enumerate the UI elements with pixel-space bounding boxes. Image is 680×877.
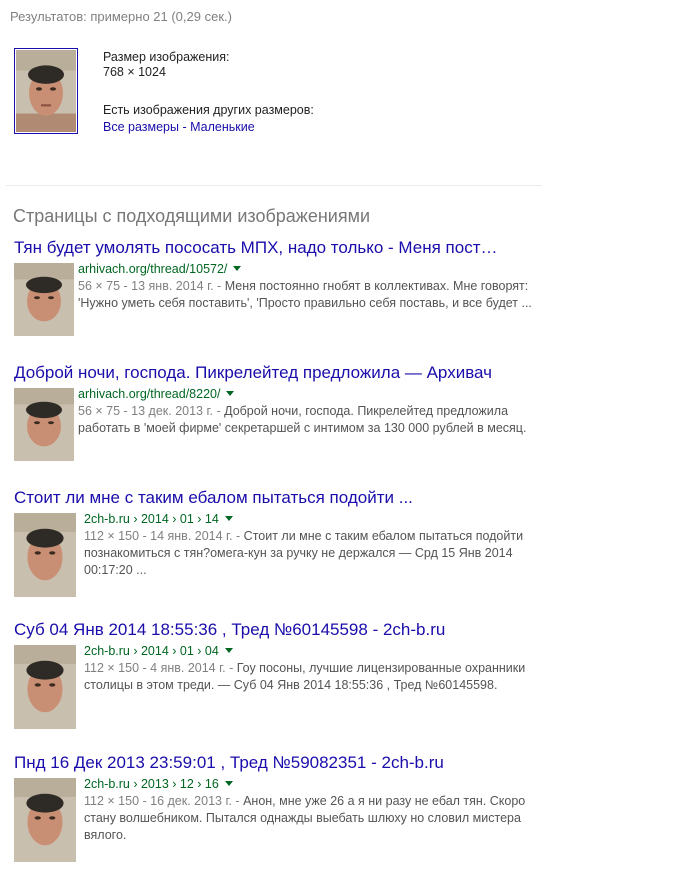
image-size-value: 768 × 1024 bbox=[103, 65, 166, 79]
result-body: 2ch-b.ru › 2014 › 01 › 04 112 × 150 - 4 … bbox=[84, 643, 544, 694]
result-item: Пнд 16 Дек 2013 23:59:01 , Тред №5908235… bbox=[14, 752, 674, 862]
dropdown-arrow-icon[interactable] bbox=[226, 391, 235, 396]
divider bbox=[6, 185, 542, 186]
result-item: Доброй ночи, господа. Пикрелейтед предло… bbox=[14, 362, 674, 461]
result-title-link[interactable]: Суб 04 Янв 2014 18:55:36 , Тред №6014559… bbox=[14, 619, 674, 640]
image-info: Размер изображения: 768 × 1024 bbox=[103, 50, 229, 80]
result-body: arhivach.org/thread/10572/ 56 × 75 - 13 … bbox=[78, 261, 538, 312]
result-title-link[interactable]: Стоит ли мне с таким ебалом пытаться под… bbox=[14, 487, 674, 508]
result-item: Стоит ли мне с таким ебалом пытаться под… bbox=[14, 487, 674, 597]
image-size-label: Размер изображения: bbox=[103, 50, 230, 64]
result-thumbnail[interactable] bbox=[14, 778, 76, 862]
result-title-link[interactable]: Доброй ночи, господа. Пикрелейтед предло… bbox=[14, 362, 674, 383]
result-url[interactable]: arhivach.org/thread/8220/ bbox=[78, 387, 220, 401]
result-meta: 56 × 75 - 13 янв. 2014 г. - bbox=[78, 279, 225, 293]
dropdown-arrow-icon[interactable] bbox=[233, 266, 242, 271]
query-image-thumbnail[interactable] bbox=[14, 48, 78, 134]
result-thumbnail[interactable] bbox=[14, 645, 76, 729]
dropdown-arrow-icon[interactable] bbox=[224, 781, 233, 786]
result-thumbnail[interactable] bbox=[14, 388, 74, 461]
result-url[interactable]: 2ch-b.ru › 2014 › 01 › 14 bbox=[84, 512, 219, 526]
result-thumbnail[interactable] bbox=[14, 263, 74, 336]
result-body: 2ch-b.ru › 2014 › 01 › 14 112 × 150 - 14… bbox=[84, 511, 544, 579]
section-heading: Страницы с подходящими изображениями bbox=[13, 206, 371, 226]
result-thumbnail[interactable] bbox=[14, 513, 76, 597]
result-body: 2ch-b.ru › 2013 › 12 › 16 112 × 150 - 16… bbox=[84, 776, 544, 844]
result-item: Тян будет умолять пососать МПХ, надо тол… bbox=[14, 237, 674, 336]
result-title-link[interactable]: Пнд 16 Дек 2013 23:59:01 , Тред №5908235… bbox=[14, 752, 674, 773]
result-url[interactable]: 2ch-b.ru › 2014 › 01 › 04 bbox=[84, 644, 219, 658]
face-photo bbox=[16, 50, 76, 132]
result-url[interactable]: arhivach.org/thread/10572/ bbox=[78, 262, 227, 276]
result-meta: 112 × 150 - 4 янв. 2014 г. - bbox=[84, 661, 237, 675]
link-separator: - bbox=[179, 120, 191, 134]
other-sizes-label: Есть изображения других размеров: bbox=[103, 103, 314, 117]
small-sizes-link[interactable]: Маленькие bbox=[190, 120, 255, 134]
size-links: Все размеры - Маленькие bbox=[103, 120, 255, 134]
dropdown-arrow-icon[interactable] bbox=[224, 648, 233, 653]
result-meta: 112 × 150 - 14 янв. 2014 г. - bbox=[84, 529, 244, 543]
result-body: arhivach.org/thread/8220/ 56 × 75 - 13 д… bbox=[78, 386, 538, 437]
result-url[interactable]: 2ch-b.ru › 2013 › 12 › 16 bbox=[84, 777, 219, 791]
all-sizes-link[interactable]: Все размеры bbox=[103, 120, 179, 134]
result-meta: 112 × 150 - 16 дек. 2013 г. - bbox=[84, 794, 244, 808]
result-meta: 56 × 75 - 13 дек. 2013 г. - bbox=[78, 404, 225, 418]
result-item: Суб 04 Янв 2014 18:55:36 , Тред №6014559… bbox=[14, 619, 674, 729]
results-stats: Результатов: примерно 21 (0,29 сек.) bbox=[10, 9, 232, 24]
result-title-link[interactable]: Тян будет умолять пососать МПХ, надо тол… bbox=[14, 237, 674, 258]
dropdown-arrow-icon[interactable] bbox=[224, 516, 233, 521]
